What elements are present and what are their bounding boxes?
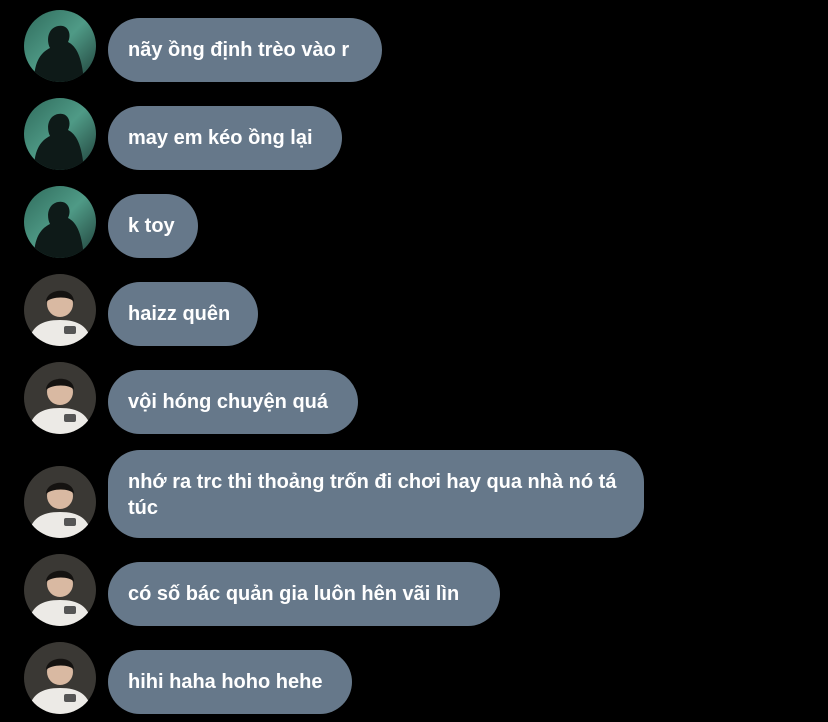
- message-bubble[interactable]: có số bác quản gia luôn hên vãi lìn: [108, 562, 500, 626]
- message-row: nhớ ra trc thi thoảng trốn đi chơi hay q…: [0, 450, 828, 540]
- avatar-boy-white-shirt[interactable]: [24, 362, 96, 434]
- message-row: may em kéo ồng lại: [0, 98, 828, 172]
- message-bubble[interactable]: may em kéo ồng lại: [108, 106, 342, 170]
- message-row: có số bác quản gia luôn hên vãi lìn: [0, 554, 828, 628]
- message-row: k toy: [0, 186, 828, 260]
- message-row: haizz quên: [0, 274, 828, 348]
- avatar-sea-silhouette[interactable]: [24, 186, 96, 258]
- message-row: hihi haha hoho hehe: [0, 642, 828, 716]
- message-bubble[interactable]: nhớ ra trc thi thoảng trốn đi chơi hay q…: [108, 450, 644, 538]
- avatar-boy-white-shirt[interactable]: [24, 466, 96, 538]
- avatar-boy-white-shirt[interactable]: [24, 554, 96, 626]
- message-bubble[interactable]: hihi haha hoho hehe: [108, 650, 352, 714]
- message-row: nãy ồng định trèo vào r: [0, 10, 828, 84]
- avatar-boy-white-shirt[interactable]: [24, 274, 96, 346]
- message-row: vội hóng chuyện quá: [0, 362, 828, 436]
- avatar-boy-white-shirt[interactable]: [24, 642, 96, 714]
- message-bubble[interactable]: vội hóng chuyện quá: [108, 370, 358, 434]
- avatar-sea-silhouette[interactable]: [24, 98, 96, 170]
- avatar-sea-silhouette[interactable]: [24, 10, 96, 82]
- message-bubble[interactable]: nãy ồng định trèo vào r: [108, 18, 382, 82]
- message-bubble[interactable]: haizz quên: [108, 282, 258, 346]
- message-bubble[interactable]: k toy: [108, 194, 198, 258]
